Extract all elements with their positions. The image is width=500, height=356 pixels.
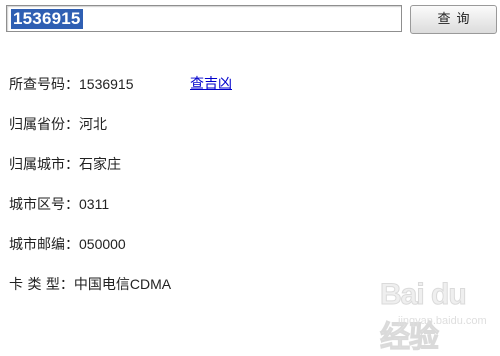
card-type-label: 卡 类 型： <box>9 277 74 293</box>
area-code-row: 城市区号：0311 <box>9 192 109 216</box>
province-label: 归属省份： <box>9 117 79 133</box>
postcode-row: 城市邮编：050000 <box>9 232 126 256</box>
phone-number-input[interactable]: 1536915 <box>6 5 402 32</box>
province-value: 河北 <box>79 116 107 132</box>
number-row: 所查号码：1536915 查吉凶 <box>9 72 232 96</box>
baidu-paw-logo-icon: Bai du 经验 <box>380 278 495 355</box>
card-type-row: 卡 类 型：中国电信CDMA <box>9 272 171 296</box>
area-code-value: 0311 <box>79 196 110 212</box>
postcode-value: 050000 <box>79 236 126 252</box>
query-button[interactable]: 查询 <box>410 5 497 34</box>
city-label: 归属城市： <box>9 157 79 173</box>
baidu-jingyan-watermark: Bai du 经验 jingyan.baidu.com <box>380 278 495 355</box>
city-row: 归属城市：石家庄 <box>9 152 121 176</box>
phone-number-input-value[interactable]: 1536915 <box>11 9 83 29</box>
postcode-label: 城市邮编： <box>9 237 79 253</box>
watermark-url: jingyan.baidu.com <box>398 315 487 327</box>
number-value: 1536915 <box>79 76 134 92</box>
fortune-lookup-link[interactable]: 查吉凶 <box>190 72 232 96</box>
city-value: 石家庄 <box>79 156 121 172</box>
area-code-label: 城市区号： <box>9 197 79 213</box>
province-row: 归属省份：河北 <box>9 112 107 136</box>
card-type-value: 中国电信CDMA <box>73 276 172 292</box>
number-label: 所查号码： <box>9 77 79 93</box>
